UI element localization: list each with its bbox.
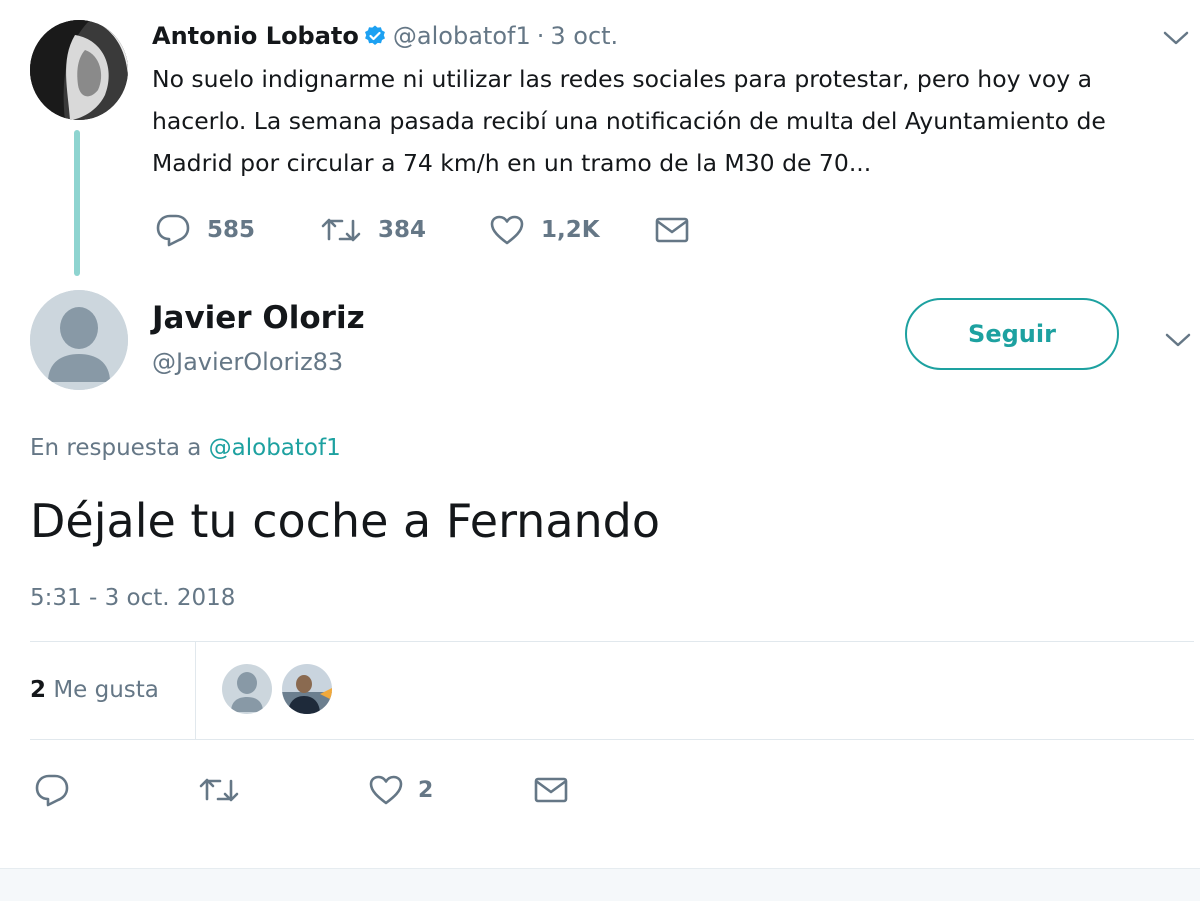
reply-context-mention[interactable]: @alobatof1 bbox=[209, 435, 341, 461]
retweet-icon bbox=[198, 775, 240, 805]
reply-author-name[interactable]: Javier Oloriz bbox=[152, 298, 365, 338]
reply-tweet-text: Déjale tu coche a Fernando bbox=[30, 494, 661, 548]
chevron-down-icon[interactable] bbox=[1162, 328, 1194, 352]
divider bbox=[30, 641, 1194, 642]
parent-dm-action[interactable] bbox=[654, 210, 690, 250]
mail-icon bbox=[654, 215, 690, 245]
follow-button[interactable]: Seguir bbox=[905, 298, 1119, 370]
verified-badge-icon bbox=[363, 24, 387, 48]
reply-icon bbox=[34, 773, 70, 807]
retweet-action[interactable] bbox=[198, 770, 240, 810]
reply-icon bbox=[155, 213, 191, 247]
dm-action[interactable] bbox=[533, 770, 569, 810]
parent-author-avatar[interactable] bbox=[30, 20, 128, 120]
reply-context: En respuesta a @alobatof1 bbox=[30, 432, 341, 464]
mail-icon bbox=[533, 775, 569, 805]
likes-number: 2 bbox=[30, 677, 47, 703]
chevron-down-icon[interactable] bbox=[1160, 26, 1192, 50]
like-count: 2 bbox=[418, 777, 434, 803]
liker-avatar[interactable] bbox=[222, 664, 272, 714]
reply-context-label: En respuesta a bbox=[30, 435, 202, 461]
parent-reply-count: 585 bbox=[207, 217, 256, 243]
parent-author-name[interactable]: Antonio Lobato bbox=[152, 22, 359, 50]
liker-avatar[interactable] bbox=[282, 664, 332, 714]
divider bbox=[30, 739, 1194, 740]
reply-author-handle[interactable]: @JavierOloriz83 bbox=[152, 346, 343, 378]
heart-icon bbox=[368, 774, 404, 806]
heart-icon bbox=[489, 214, 525, 246]
parent-like-count: 1,2K bbox=[541, 217, 600, 243]
parent-tweet-header: Antonio Lobato @alobatof1 · 3 oct. bbox=[152, 20, 618, 52]
parent-retweet-count: 384 bbox=[378, 217, 427, 243]
parent-like-action[interactable]: 1,2K bbox=[489, 210, 600, 250]
likes-label: Me gusta bbox=[53, 677, 159, 703]
reply-action[interactable] bbox=[34, 770, 70, 810]
thread-connector-line bbox=[74, 130, 80, 276]
like-action[interactable]: 2 bbox=[368, 770, 433, 810]
parent-author-handle[interactable]: @alobatof1 bbox=[393, 22, 531, 50]
parent-retweet-action[interactable]: 384 bbox=[320, 210, 426, 250]
parent-reply-action[interactable]: 585 bbox=[155, 210, 255, 250]
bottom-panel bbox=[0, 868, 1200, 901]
parent-tweet-text: No suelo indignarme ni utilizar las rede… bbox=[152, 65, 1106, 177]
parent-tweet-date[interactable]: 3 oct. bbox=[550, 22, 618, 50]
likes-summary[interactable]: 2 Me gusta bbox=[30, 674, 159, 706]
retweet-icon bbox=[320, 215, 362, 245]
header-separator: · bbox=[536, 22, 545, 50]
reply-tweet-timestamp[interactable]: 5:31 - 3 oct. 2018 bbox=[30, 582, 235, 614]
reply-author-avatar[interactable] bbox=[30, 290, 128, 390]
divider bbox=[195, 642, 196, 740]
